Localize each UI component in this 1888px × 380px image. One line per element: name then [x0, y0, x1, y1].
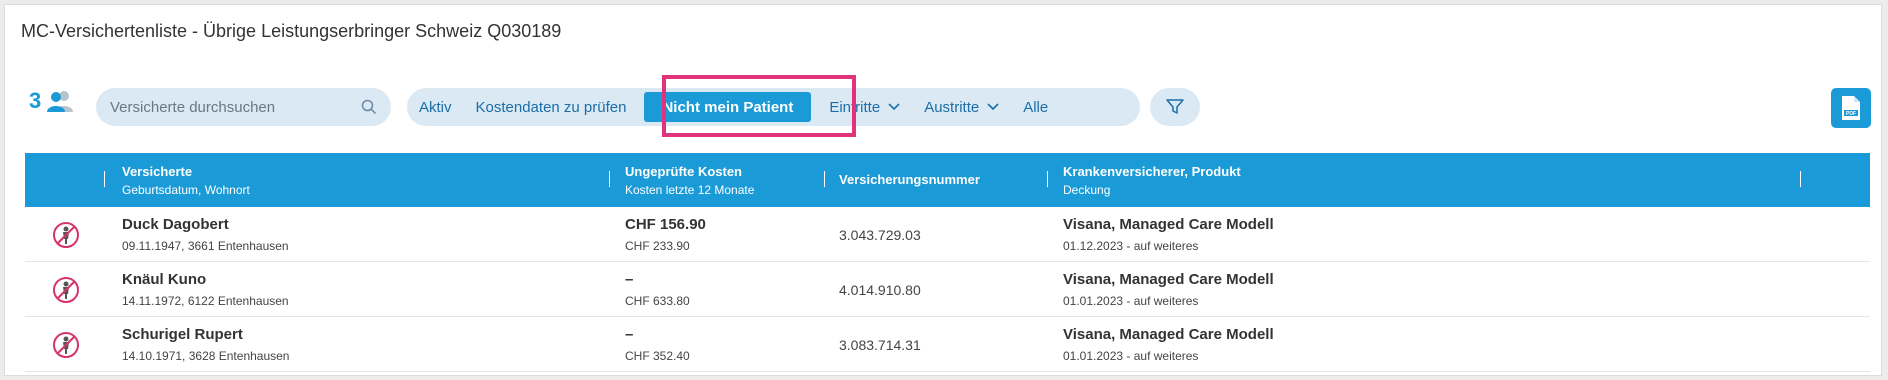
- filter-icon: [1166, 99, 1184, 114]
- insurer-product: Visana, Managed Care Modell: [1063, 216, 1274, 233]
- tab-austritte[interactable]: Austritte: [912, 88, 1011, 126]
- column-separator: [104, 171, 105, 187]
- tab-label: Kostendaten zu prüfen: [475, 98, 627, 116]
- coverage: 01.12.2023 - auf weiteres: [1063, 239, 1199, 253]
- cost-cell: – CHF 352.40: [625, 326, 690, 363]
- table-row[interactable]: Knäul Kuno 14.11.1972, 6122 Entenhausen …: [25, 262, 1870, 317]
- not-my-patient-icon[interactable]: [52, 276, 80, 304]
- insured-count-value: 3: [29, 88, 42, 113]
- page-title: MC-Versichertenliste - Übrige Leistungse…: [21, 21, 562, 41]
- users-icon: [47, 91, 74, 112]
- tab-label: Aktiv: [419, 98, 452, 116]
- not-my-patient-icon[interactable]: [52, 221, 80, 249]
- column-separator: [1800, 171, 1801, 187]
- column-title: Versicherungsnummer: [839, 172, 980, 187]
- insurer-product: Visana, Managed Care Modell: [1063, 326, 1274, 343]
- insured-name[interactable]: Knäul Kuno: [122, 271, 289, 288]
- svg-text:PDF: PDF: [1846, 111, 1856, 117]
- column-separator: [1047, 171, 1048, 187]
- table-row[interactable]: Schurigel Rupert 14.10.1971, 3628 Entenh…: [25, 317, 1870, 372]
- insured-name[interactable]: Duck Dagobert: [122, 216, 289, 233]
- tab-kostendaten[interactable]: Kostendaten zu prüfen: [464, 88, 639, 126]
- unchecked-cost: –: [625, 271, 634, 288]
- insurer-cell: Visana, Managed Care Modell 01.12.2023 -…: [1063, 216, 1274, 253]
- column-separator: [824, 171, 825, 187]
- chevron-down-icon: [888, 103, 900, 111]
- column-subtitle: Deckung: [1063, 183, 1111, 197]
- insurance-number: 4.014.910.80: [839, 282, 921, 298]
- tab-aktiv[interactable]: Aktiv: [407, 88, 464, 126]
- coverage: 01.01.2023 - auf weiteres: [1063, 349, 1199, 363]
- insured-table: Versicherte Geburtsdatum, Wohnort Ungepr…: [25, 153, 1870, 372]
- column-title: Krankenversicherer, Produkt: [1063, 164, 1241, 179]
- unchecked-cost: –: [625, 326, 634, 343]
- pdf-icon: PDF: [1842, 96, 1860, 120]
- search-icon[interactable]: [361, 99, 377, 115]
- insured-cell: Knäul Kuno 14.11.1972, 6122 Entenhausen: [122, 271, 289, 308]
- column-subtitle: Geburtsdatum, Wohnort: [122, 183, 250, 197]
- insured-info: 14.11.1972, 6122 Entenhausen: [122, 294, 289, 308]
- insurer-cell: Visana, Managed Care Modell 01.01.2023 -…: [1063, 326, 1274, 363]
- column-header-versicherte[interactable]: Versicherte Geburtsdatum, Wohnort: [122, 164, 250, 197]
- search-field[interactable]: [96, 88, 391, 126]
- column-title: Versicherte: [122, 164, 193, 179]
- highlight-frame: [662, 75, 856, 137]
- insured-list-panel: MC-Versichertenliste - Übrige Leistungse…: [4, 4, 1882, 376]
- insured-cell: Schurigel Rupert 14.10.1971, 3628 Entenh…: [122, 326, 289, 363]
- insurance-number: 3.043.729.03: [839, 227, 921, 243]
- table-header: Versicherte Geburtsdatum, Wohnort Ungepr…: [25, 153, 1870, 207]
- tab-alle[interactable]: Alle: [1011, 88, 1060, 126]
- insured-cell: Duck Dagobert 09.11.1947, 3661 Entenhaus…: [122, 216, 289, 253]
- column-header-krankenversicherer[interactable]: Krankenversicherer, Produkt Deckung: [1063, 164, 1241, 197]
- insured-info: 14.10.1971, 3628 Entenhausen: [122, 349, 290, 363]
- column-header-versicherungsnummer[interactable]: Versicherungsnummer: [839, 172, 980, 187]
- insurer-product: Visana, Managed Care Modell: [1063, 271, 1274, 288]
- column-subtitle: Kosten letzte 12 Monate: [625, 183, 755, 197]
- insured-count: 3: [29, 88, 74, 114]
- pdf-export-button[interactable]: PDF: [1831, 88, 1871, 128]
- insurance-number: 3.083.714.31: [839, 337, 921, 353]
- cost-12-months: CHF 633.80: [625, 294, 690, 308]
- insurer-cell: Visana, Managed Care Modell 01.01.2023 -…: [1063, 271, 1274, 308]
- filter-button[interactable]: [1150, 88, 1200, 126]
- search-input[interactable]: [110, 98, 361, 116]
- unchecked-cost: CHF 156.90: [625, 216, 706, 233]
- column-header-kosten[interactable]: Ungeprüfte Kosten Kosten letzte 12 Monat…: [625, 164, 754, 197]
- cost-cell: – CHF 633.80: [625, 271, 690, 308]
- tab-label: Alle: [1023, 98, 1049, 116]
- cost-cell: CHF 156.90 CHF 233.90: [625, 216, 706, 253]
- table-row[interactable]: Duck Dagobert 09.11.1947, 3661 Entenhaus…: [25, 207, 1870, 262]
- cost-12-months: CHF 233.90: [625, 239, 690, 253]
- column-separator: [609, 171, 610, 187]
- cost-12-months: CHF 352.40: [625, 349, 690, 363]
- not-my-patient-icon[interactable]: [52, 331, 80, 359]
- chevron-down-icon: [987, 103, 999, 111]
- tab-label: Austritte: [924, 98, 980, 116]
- insured-name[interactable]: Schurigel Rupert: [122, 326, 289, 343]
- coverage: 01.01.2023 - auf weiteres: [1063, 294, 1199, 308]
- insured-info: 09.11.1947, 3661 Entenhausen: [122, 239, 289, 253]
- column-title: Ungeprüfte Kosten: [625, 164, 742, 179]
